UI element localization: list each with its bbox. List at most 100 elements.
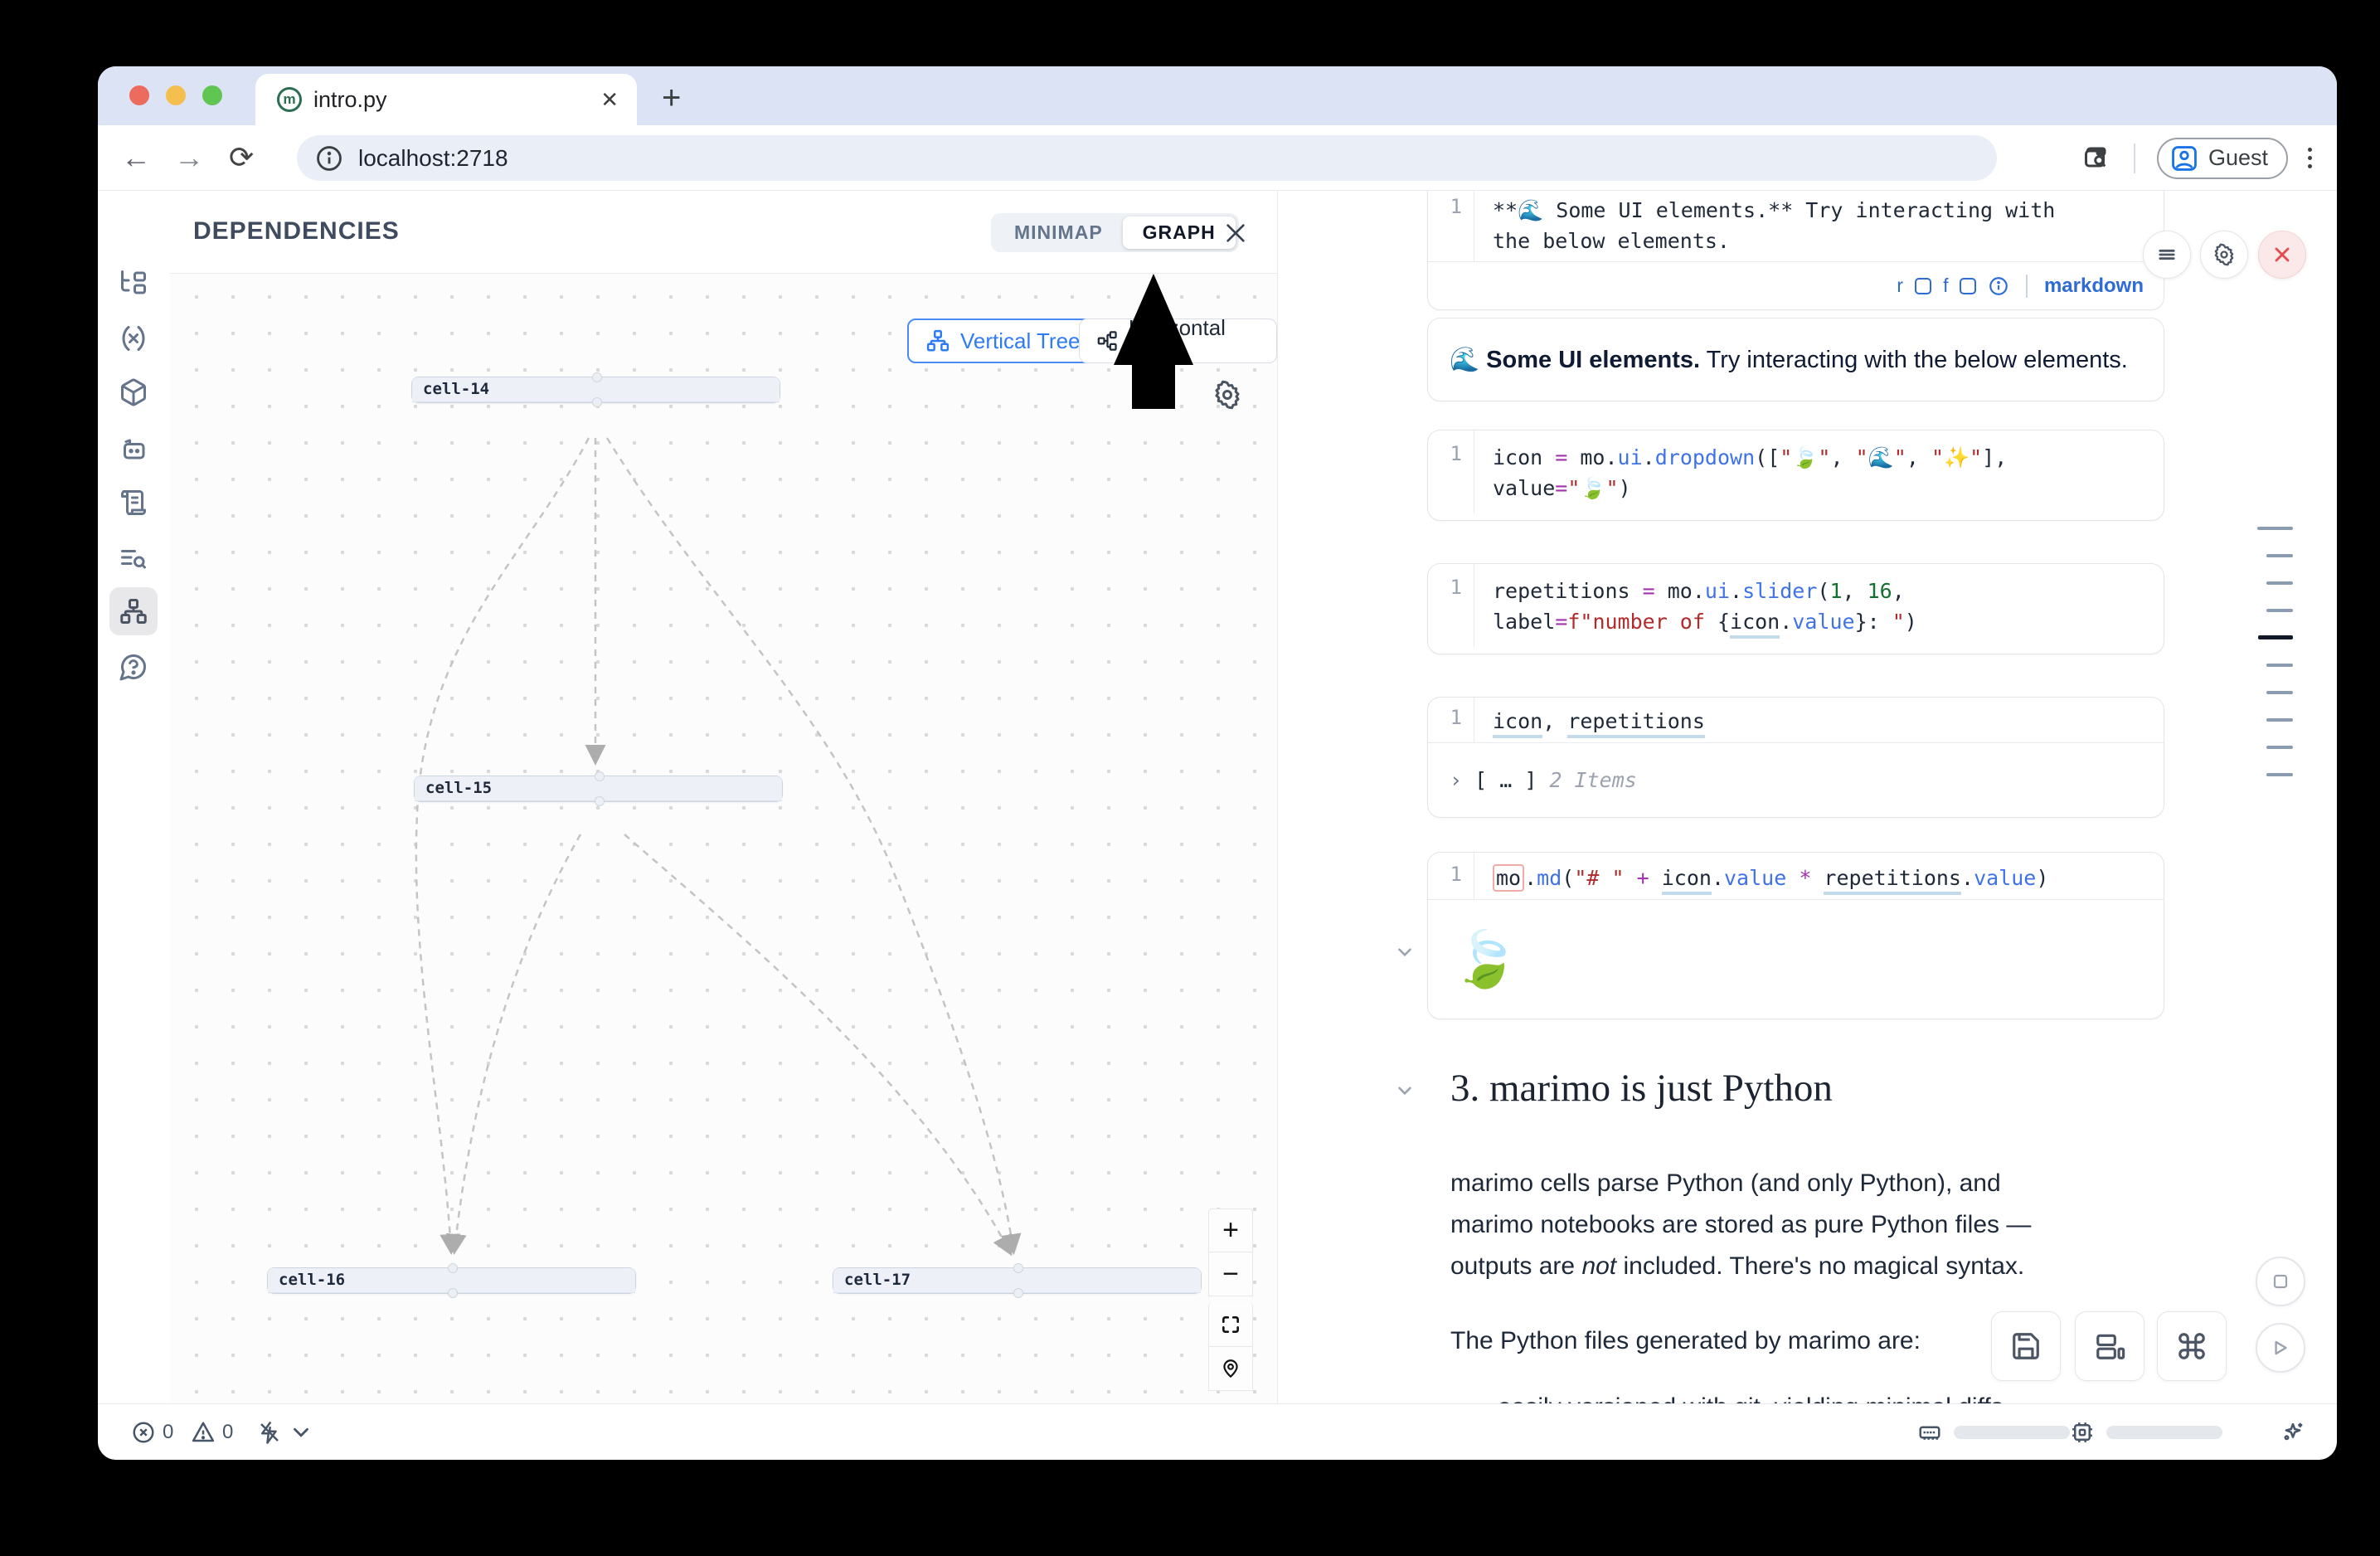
graph-node-cell-17[interactable]: cell-17 mo.md("# " + icon.value * repeti… (833, 1267, 1202, 1294)
pointer-arrow-head (1114, 274, 1193, 365)
sparkles-icon (2280, 1420, 2305, 1445)
sidebar-item-variables[interactable] (109, 314, 158, 362)
errors-indicator[interactable]: 0 (131, 1404, 173, 1460)
sidebar-item-ai-assistant[interactable] (109, 424, 158, 472)
profile-avatar-icon (2170, 144, 2198, 173)
vertical-tree-button[interactable]: Vertical Tree (907, 318, 1099, 363)
locate-button[interactable] (1208, 1347, 1253, 1391)
toc-marker[interactable] (2266, 554, 2293, 557)
sidebar-item-snippets[interactable] (109, 479, 158, 527)
cpu-usage[interactable] (2070, 1404, 2222, 1460)
traffic-light-close[interactable] (129, 85, 149, 105)
sidebar-item-file-tree[interactable] (109, 259, 158, 307)
toc-marker[interactable] (2266, 691, 2293, 694)
cell-info-icon[interactable] (1988, 275, 2009, 297)
graph-settings-icon[interactable] (1212, 380, 1242, 414)
help-bubble-icon (119, 652, 148, 682)
circle-x-icon (131, 1420, 156, 1445)
memory-progress-bar (1954, 1426, 2070, 1439)
toc-marker[interactable] (2266, 581, 2293, 585)
tab-minimap[interactable]: MINIMAP (994, 221, 1123, 244)
helper-icon-rail (98, 191, 170, 1403)
toc-marker-active[interactable] (2258, 635, 2293, 639)
error-count: 0 (163, 1421, 173, 1444)
toc-marker[interactable] (2266, 773, 2293, 776)
content-area: DEPENDENCIES MINIMAP GRAPH (98, 191, 2337, 1403)
forward-icon[interactable]: → (174, 143, 204, 173)
toolbar-separator (2134, 143, 2135, 173)
line-number: 1 (1428, 191, 1474, 261)
graph-node-cell-16[interactable]: cell-16 icon, repetitions (267, 1267, 636, 1294)
sidebar-item-packages[interactable] (109, 368, 158, 416)
pair-code-cell[interactable]: 1 icon, repetitions › [ … ] 2 Items (1427, 697, 2164, 818)
site-info-icon[interactable] (315, 144, 343, 173)
browser-tab[interactable]: m intro.py ✕ (255, 74, 637, 125)
graph-node-cell-15[interactable]: cell-15 repetitions = mo.ui.slider(1, 16… (414, 776, 783, 802)
r-checkbox[interactable] (1915, 278, 1931, 294)
language-label[interactable]: markdown (2044, 275, 2144, 298)
cpu-progress-bar (2106, 1426, 2222, 1439)
back-icon[interactable]: ← (121, 143, 151, 173)
traffic-light-maximize[interactable] (202, 85, 222, 105)
code-line: icon, repetitions (1474, 698, 1705, 742)
tab-title: intro.py (313, 87, 387, 113)
markdown-output-cell: 🌊 Some UI elements. Try interacting with… (1427, 318, 2164, 401)
output-collapse-chevron[interactable] (1394, 941, 1416, 967)
code-line: repetitions = mo.ui.slider(1, 16, (1493, 576, 1917, 606)
profile-button[interactable]: Guest (2157, 138, 2288, 179)
save-button[interactable] (1991, 1311, 2061, 1381)
scroll-icon (119, 488, 148, 518)
tab-search-icon[interactable] (2082, 143, 2112, 173)
dependencies-panel: DEPENDENCIES MINIMAP GRAPH (170, 191, 1277, 1403)
zoom-in-button[interactable]: + (1208, 1208, 1253, 1252)
runtime-mode-indicator[interactable] (257, 1404, 313, 1460)
code-line: label=f"number of {icon.value}: ") (1493, 606, 1917, 637)
traffic-light-minimize[interactable] (166, 85, 186, 105)
collection-output[interactable]: › [ … ] 2 Items (1450, 768, 1637, 792)
ai-assistant-button[interactable] (2280, 1404, 2305, 1460)
address-bar[interactable]: localhost:2718 (297, 135, 1997, 181)
sidebar-item-dependencies[interactable] (109, 587, 158, 635)
save-icon (2010, 1330, 2042, 1362)
run-all-button[interactable] (2256, 1323, 2305, 1373)
sidebar-item-help[interactable] (109, 643, 158, 691)
markdown-source-cell[interactable]: 1 **🌊 Some UI elements.** Try interactin… (1427, 191, 2164, 310)
warnings-indicator[interactable]: 0 (191, 1404, 233, 1460)
keyboard-shortcuts-button[interactable] (2157, 1311, 2227, 1381)
toc-marker[interactable] (2266, 746, 2293, 749)
layout-toggle-button[interactable] (2075, 1311, 2144, 1381)
md-code-cell[interactable]: 1 mo.md("# " + icon.value * repetitions.… (1427, 852, 2164, 1019)
locate-pin-icon (1220, 1358, 1241, 1379)
memory-usage[interactable] (1917, 1404, 2070, 1460)
variables-icon (119, 323, 148, 353)
tab-close-icon[interactable]: ✕ (600, 87, 619, 113)
dropdown-code-cell[interactable]: 1 icon = mo.ui.dropdown(["🍃", "🌊", "✨"],… (1427, 430, 2164, 521)
toc-marker[interactable] (2266, 609, 2293, 612)
graph-canvas[interactable]: cell-14 icon = mo.ui.dropdown(["🍃", "🌊",… (170, 274, 1277, 1403)
toc-marker[interactable] (2266, 718, 2293, 722)
interrupt-button[interactable] (2256, 1257, 2305, 1306)
f-checkbox[interactable] (1960, 278, 1976, 294)
line-number: 1 (1428, 430, 1474, 513)
toc-marker[interactable] (2266, 664, 2293, 667)
section-collapse-chevron[interactable] (1394, 1080, 1416, 1106)
cell-menu-button[interactable] (2143, 231, 2191, 279)
panel-close-icon[interactable] (1217, 215, 1254, 251)
sidebar-item-logs[interactable] (109, 533, 158, 581)
status-bar: 0 0 (98, 1403, 2337, 1460)
fit-view-button[interactable] (1208, 1303, 1253, 1347)
toc-marker[interactable] (2257, 527, 2293, 530)
new-tab-button[interactable]: + (662, 80, 681, 117)
graph-zoom-controls: + − (1208, 1208, 1253, 1391)
leaf-output-emoji: 🍃 (1451, 927, 1519, 992)
cell-settings-button[interactable] (2200, 231, 2248, 279)
paragraph-italic: not (1581, 1252, 1616, 1280)
graph-node-cell-14[interactable]: cell-14 icon = mo.ui.dropdown(["🍃", "🌊",… (411, 377, 780, 403)
output-bold-text: 🌊 Some UI elements. (1450, 347, 1700, 373)
slider-code-cell[interactable]: 1 repetitions = mo.ui.slider(1, 16, labe… (1427, 563, 2164, 654)
vertical-tree-label: Vertical Tree (960, 328, 1081, 354)
zoom-out-button[interactable]: − (1208, 1252, 1253, 1296)
reload-icon[interactable]: ⟳ (229, 143, 254, 173)
shutdown-button[interactable] (2258, 231, 2306, 279)
browser-menu-icon[interactable] (2308, 148, 2312, 168)
